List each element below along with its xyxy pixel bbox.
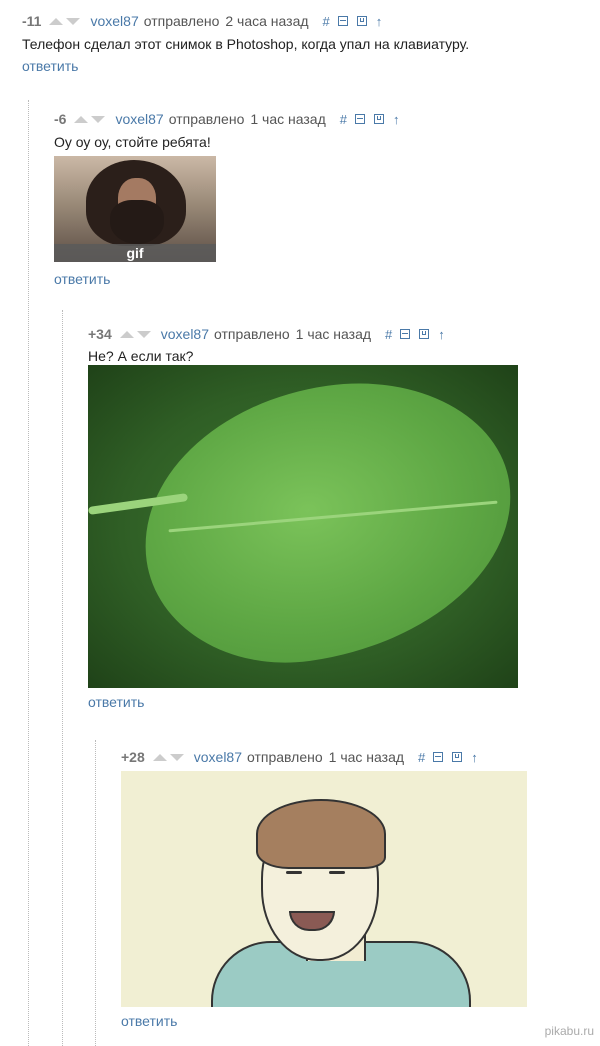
collapse-icon[interactable]	[433, 752, 444, 762]
parent-arrow-icon[interactable]: ↑	[471, 750, 478, 765]
reply-button[interactable]: ответить	[88, 694, 144, 710]
comment-author[interactable]: voxel87	[115, 111, 163, 127]
leaf-image[interactable]	[88, 365, 518, 688]
comment-header: +34 voxel87 отправлено 1 час назад # ↑	[88, 325, 453, 343]
image-figure-beard	[110, 200, 164, 244]
downvote-icon[interactable]	[136, 330, 151, 338]
save-icon[interactable]	[452, 752, 463, 762]
comment-score: +34	[88, 326, 112, 342]
comment-text: Оу оу оу, стойте ребята!	[54, 134, 211, 150]
gif-label: gif	[126, 245, 144, 261]
parent-arrow-icon[interactable]: ↑	[393, 112, 400, 127]
comment-author[interactable]: voxel87	[161, 326, 209, 342]
collapse-icon[interactable]	[354, 114, 365, 124]
comment: -11 voxel87 отправлено 2 часа назад # ↑ …	[22, 12, 582, 82]
save-icon[interactable]	[373, 114, 384, 124]
upvote-icon[interactable]	[152, 753, 167, 761]
comment-header: +28 voxel87 отправлено 1 час назад # ↑	[121, 748, 486, 766]
comment-score: +28	[121, 749, 145, 765]
upvote-icon[interactable]	[119, 330, 134, 338]
downvote-icon[interactable]	[91, 115, 106, 123]
cartoon-image[interactable]	[121, 771, 527, 1007]
parent-arrow-icon[interactable]: ↑	[376, 14, 383, 29]
save-icon[interactable]	[419, 329, 430, 339]
comment: -6 voxel87 отправлено 1 час назад # ↑ Оу…	[54, 110, 584, 290]
thread-line	[95, 740, 96, 1046]
comment-text: Не? А если так?	[88, 348, 194, 364]
thread-line	[28, 100, 29, 1046]
gif-image[interactable]: gif	[54, 156, 216, 262]
comment-header: -6 voxel87 отправлено 1 час назад # ↑	[54, 110, 407, 128]
comment-time: 1 час назад	[250, 111, 326, 127]
collapse-icon[interactable]	[337, 16, 348, 26]
reply-button[interactable]: ответить	[54, 271, 110, 287]
site-watermark: pikabu.ru	[544, 1024, 594, 1038]
downvote-icon[interactable]	[169, 753, 184, 761]
sent-label: отправлено	[168, 111, 245, 127]
comment: +28 voxel87 отправлено 1 час назад # ↑ о…	[121, 748, 591, 1033]
image-figure-eye	[286, 871, 302, 874]
parent-arrow-icon[interactable]: ↑	[438, 327, 445, 342]
save-icon[interactable]	[356, 16, 367, 26]
comment-author[interactable]: voxel87	[194, 749, 242, 765]
image-figure-hair	[256, 799, 386, 869]
thread-line	[62, 310, 63, 1046]
reply-button[interactable]: ответить	[121, 1013, 177, 1029]
downvote-icon[interactable]	[66, 17, 81, 25]
image-leaf	[126, 365, 518, 682]
image-figure-eye	[329, 871, 345, 874]
comment-author[interactable]: voxel87	[90, 13, 138, 29]
permalink-icon[interactable]: #	[323, 14, 330, 29]
permalink-icon[interactable]: #	[418, 750, 425, 765]
reply-button[interactable]: ответить	[22, 58, 78, 74]
sent-label: отправлено	[247, 749, 323, 765]
comment-text: Телефон сделал этот снимок в Photoshop, …	[22, 36, 470, 52]
collapse-icon[interactable]	[400, 329, 411, 339]
comment-score: -11	[22, 13, 42, 29]
comment-header: -11 voxel87 отправлено 2 часа назад # ↑	[22, 12, 390, 30]
comment-time: 1 час назад	[295, 326, 372, 342]
comment-time: 1 час назад	[328, 749, 405, 765]
upvote-icon[interactable]	[74, 115, 89, 123]
upvote-icon[interactable]	[49, 17, 64, 25]
permalink-icon[interactable]: #	[340, 112, 347, 127]
permalink-icon[interactable]: #	[385, 327, 392, 342]
comment: +34 voxel87 отправлено 1 час назад # ↑ Н…	[88, 325, 588, 715]
comment-time: 2 часа назад	[225, 13, 309, 29]
sent-label: отправлено	[143, 13, 220, 29]
comment-score: -6	[54, 111, 67, 127]
sent-label: отправлено	[214, 326, 290, 342]
